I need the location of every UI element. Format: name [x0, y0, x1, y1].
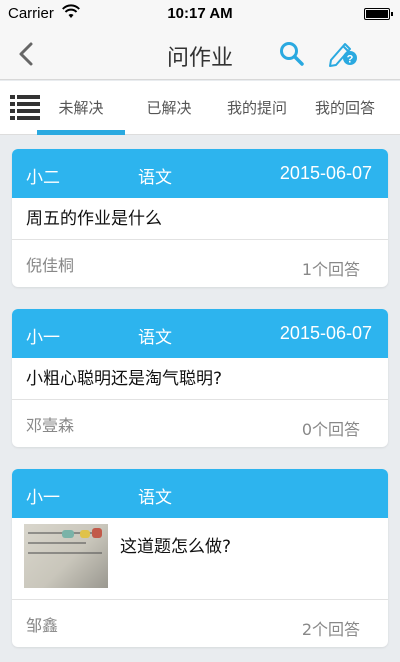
question-text: 小粗心聪明还是淘气聪明?: [12, 358, 388, 400]
card-header: 小一 语文: [12, 469, 388, 518]
card-subject: 语文: [138, 488, 172, 508]
card-subject: 语文: [138, 168, 172, 188]
question-image[interactable]: [24, 524, 108, 588]
answer-count: 2个回答: [301, 620, 360, 639]
card-header: 小一 语文 2015-06-07: [12, 309, 388, 358]
card-header: 小二 语文 2015-06-07: [12, 149, 388, 198]
tab-unsolved[interactable]: 未解决: [37, 81, 125, 135]
status-bar: Carrier 10:17 AM: [0, 0, 400, 28]
nav-bar: 问作业 ?: [0, 28, 400, 80]
status-time: 10:17 AM: [167, 5, 233, 22]
card-author: 小二: [26, 168, 60, 188]
question-card[interactable]: 小二 语文 2015-06-07 周五的作业是什么 倪佳桐 1个回答: [12, 149, 388, 287]
ask-question-icon[interactable]: ?: [328, 38, 358, 68]
card-date: 2015-06-07: [279, 323, 372, 343]
battery-icon: [364, 8, 393, 20]
asker-name: 邹鑫: [26, 616, 59, 635]
tab-my-answers[interactable]: 我的回答: [301, 81, 389, 135]
answer-count: 1个回答: [301, 260, 360, 279]
card-author: 小一: [26, 328, 60, 348]
card-footer: 倪佳桐 1个回答: [12, 240, 388, 287]
question-card[interactable]: 小一 语文 2015-06-07 小粗心聪明还是淘气聪明? 邓壹森 0个回答: [12, 309, 388, 447]
asker-name: 倪佳桐: [26, 256, 75, 275]
tab-bar: 未解决 已解决 我的提问 我的回答: [0, 81, 400, 135]
active-tab-indicator: [37, 130, 125, 135]
search-icon[interactable]: [278, 40, 306, 68]
card-footer: 邓壹森 0个回答: [12, 400, 388, 447]
question-card[interactable]: 小一 语文 这道题怎么做? 邹鑫 2个回答: [12, 469, 388, 647]
question-text: 这道题怎么做?: [120, 537, 232, 557]
card-subject: 语文: [138, 328, 172, 348]
card-footer: 邹鑫 2个回答: [12, 600, 388, 647]
tab-solved[interactable]: 已解决: [125, 81, 213, 135]
asker-name: 邓壹森: [26, 416, 75, 435]
question-text: 周五的作业是什么: [12, 198, 388, 240]
card-author: 小一: [26, 488, 60, 508]
answer-count: 0个回答: [301, 420, 360, 439]
card-date: 2015-06-07: [279, 163, 372, 183]
question-body: 这道题怎么做?: [12, 518, 388, 600]
svg-text:?: ?: [347, 54, 354, 66]
tab-my-questions[interactable]: 我的提问: [213, 81, 301, 135]
list-menu-icon[interactable]: [10, 92, 40, 122]
